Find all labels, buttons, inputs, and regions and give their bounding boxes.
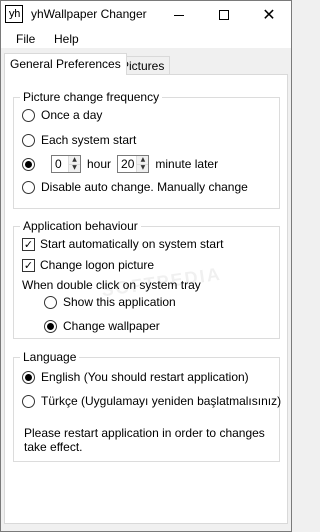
title-bar[interactable]: yh yhWallpaper Changer ✕ (1, 1, 291, 29)
radio-each-system-start[interactable]: Each system start (22, 133, 136, 147)
radio-show-application-indicator[interactable] (44, 295, 57, 309)
menu-bar: File Help (1, 29, 291, 49)
minutes-input[interactable]: 20 (118, 156, 136, 172)
checkbox-change-logon[interactable]: ✓ Change logon picture (22, 258, 154, 272)
radio-change-wallpaper[interactable]: Change wallpaper (44, 319, 160, 333)
maximize-icon (219, 10, 229, 20)
hours-input[interactable]: 0 (52, 156, 68, 172)
checkbox-change-logon-label: Change logon picture (40, 258, 155, 272)
close-icon: ✕ (262, 5, 276, 24)
radio-change-wallpaper-indicator[interactable] (44, 319, 57, 333)
maximize-button[interactable] (202, 1, 246, 29)
hours-down-arrow-icon[interactable]: ▼ (69, 165, 80, 173)
minutes-down-arrow-icon[interactable]: ▼ (137, 165, 148, 173)
radio-once-a-day-label: Once a day (41, 108, 103, 122)
radio-disable-auto-change-indicator[interactable] (22, 180, 35, 194)
frequency-group-label: Picture change frequency (20, 90, 163, 104)
app-icon[interactable]: yh (5, 5, 23, 23)
minutes-spin-buttons: ▲ ▼ (136, 156, 149, 173)
menu-help[interactable]: Help (54, 32, 79, 46)
tab-strip: General Preferences Pictures (1, 53, 291, 75)
radio-turkish-indicator[interactable] (22, 394, 35, 408)
checkbox-start-automatically-label: Start automatically on system start (40, 237, 224, 251)
hours-stepper[interactable]: 0 ▲ ▼ (51, 155, 81, 173)
radio-english-indicator[interactable] (22, 370, 35, 384)
minimize-icon (174, 14, 184, 16)
radio-interval-indicator[interactable] (22, 157, 35, 171)
language-group: Language English (You should restart app… (13, 350, 281, 462)
hours-spin-buttons: ▲ ▼ (68, 156, 80, 172)
radio-english-label: English (You should restart application) (41, 370, 249, 384)
minutes-stepper[interactable]: 20 ▲ ▼ (117, 155, 150, 173)
radio-interval[interactable]: 0 ▲ ▼ hour 20 ▲ ▼ minute later (22, 155, 224, 173)
radio-disable-auto-change-label: Disable auto change. Manually change (41, 180, 248, 194)
radio-turkish[interactable]: Türkçe (Uygulamayı yeniden başlatmalısın… (22, 394, 281, 408)
tab-general-preferences[interactable]: General Preferences (4, 53, 127, 75)
minutes-up-arrow-icon[interactable]: ▲ (137, 156, 149, 165)
checkbox-start-automatically[interactable]: ✓ Start automatically on system start (22, 237, 223, 251)
radio-change-wallpaper-label: Change wallpaper (63, 319, 160, 333)
radio-once-a-day[interactable]: Once a day (22, 108, 102, 122)
check-icon[interactable]: ✓ (22, 258, 35, 272)
restart-note: Please restart application in order to c… (24, 426, 265, 454)
general-preferences-panel: Picture change frequency Once a day Each… (4, 74, 288, 524)
minute-label: minute later (155, 157, 219, 171)
window-title: yhWallpaper Changer (31, 7, 147, 21)
radio-once-a-day-indicator[interactable] (22, 108, 35, 122)
radio-english[interactable]: English (You should restart application) (22, 370, 249, 384)
app-window: yh yhWallpaper Changer ✕ File Help Gener… (0, 0, 292, 532)
radio-each-system-start-label: Each system start (41, 133, 137, 147)
check-icon[interactable]: ✓ (22, 237, 35, 251)
hour-label: hour (87, 157, 112, 171)
frequency-group: Picture change frequency Once a day Each… (13, 90, 280, 209)
behaviour-group-label: Application behaviour (20, 219, 141, 233)
radio-turkish-label: Türkçe (Uygulamayı yeniden başlatmalısın… (41, 394, 282, 408)
minimize-button[interactable] (157, 1, 201, 29)
menu-file[interactable]: File (16, 32, 35, 46)
close-button[interactable]: ✕ (247, 1, 291, 29)
hours-up-arrow-icon[interactable]: ▲ (69, 156, 80, 165)
radio-each-system-start-indicator[interactable] (22, 133, 35, 147)
radio-disable-auto-change[interactable]: Disable auto change. Manually change (22, 180, 248, 194)
language-group-label: Language (20, 350, 80, 364)
